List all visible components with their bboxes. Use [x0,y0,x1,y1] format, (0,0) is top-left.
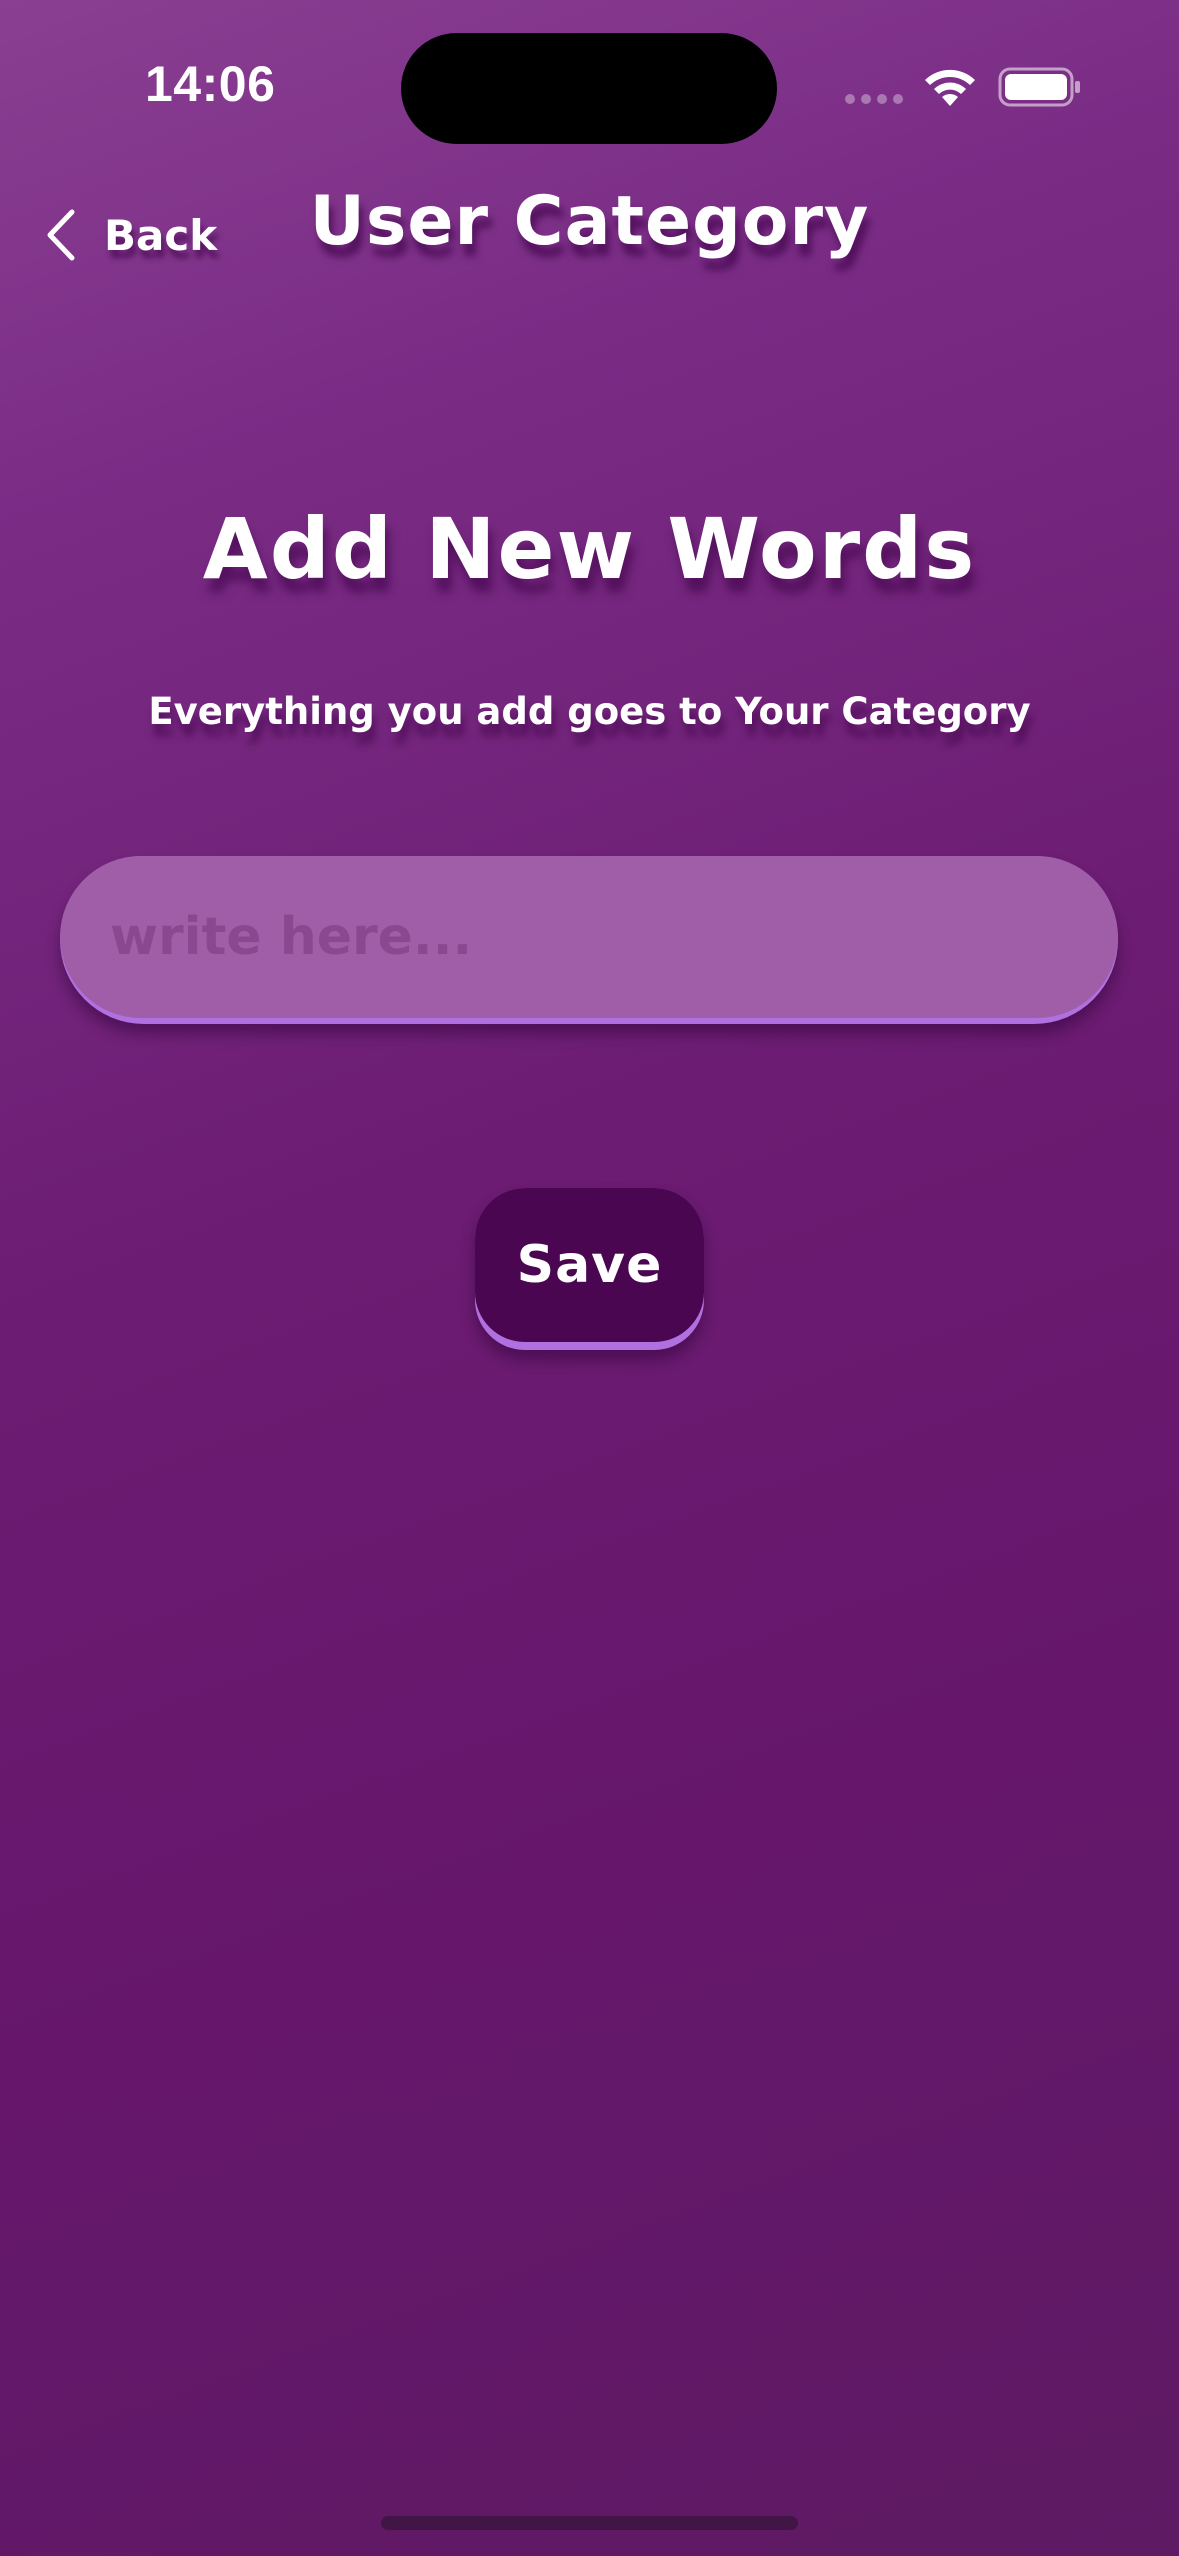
save-button[interactable]: Save [475,1188,704,1342]
page-title: User Category [309,182,870,261]
word-input[interactable] [60,856,1118,1018]
dynamic-island [401,33,777,144]
wifi-icon [925,69,975,106]
battery-icon [998,67,1080,107]
status-time: 14:06 [145,56,276,112]
cellular-signal-icon [845,94,903,104]
status-bar: 14:06 [0,0,1179,150]
navigation-bar: Back User Category [0,170,1179,290]
section-heading: Add New Words [202,500,977,598]
section-subtitle: Everything you add goes to Your Category [148,690,1031,733]
home-indicator[interactable] [381,2516,798,2530]
word-input-container [60,856,1118,1024]
save-button-container: Save [475,1188,704,1350]
